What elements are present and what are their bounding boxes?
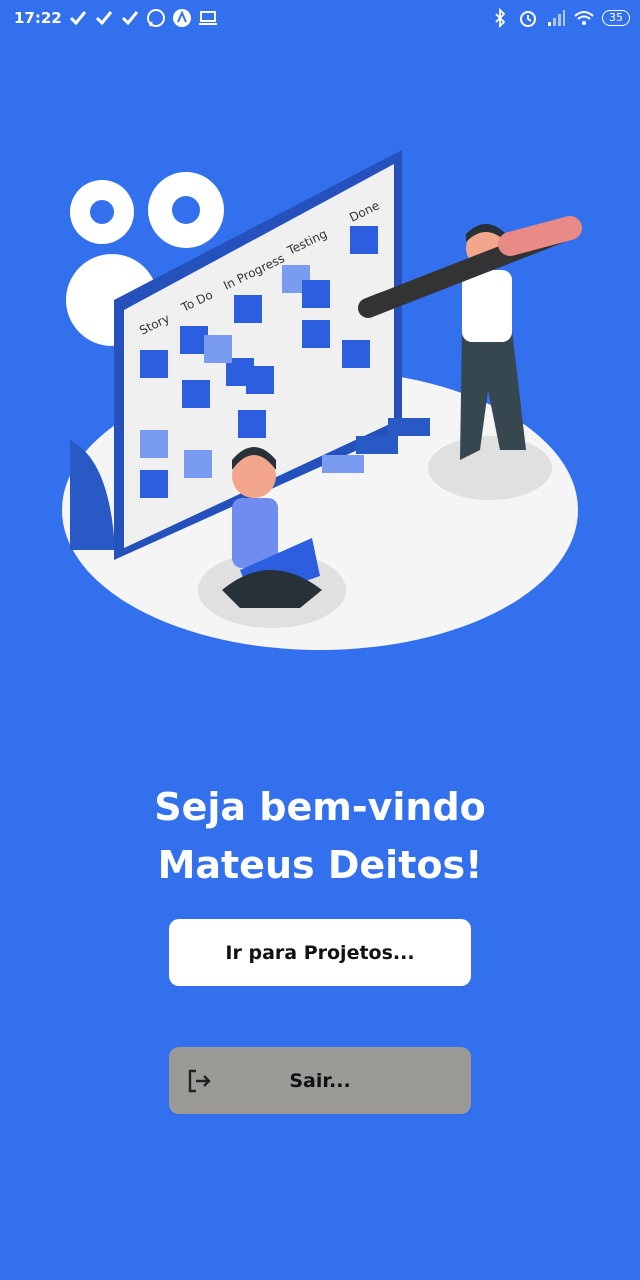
app-icon — [173, 9, 191, 27]
status-bar: 17:22 35 — [0, 0, 640, 38]
check-icon — [121, 11, 139, 26]
welcome-line-1: Seja bem-vindo — [154, 785, 486, 829]
exit-button[interactable]: Sair... — [169, 1047, 471, 1114]
notification-icons — [68, 8, 218, 28]
wifi-icon — [574, 11, 594, 25]
logout-icon — [188, 1069, 211, 1093]
welcome-user-name: Mateus Deitos! — [157, 843, 483, 887]
signal-icon — [548, 10, 565, 26]
exit-label: Sair... — [289, 1069, 351, 1092]
welcome-title: Seja bem-vindo Mateus Deitos! — [0, 778, 640, 894]
alarm-icon — [520, 11, 536, 27]
check-icon — [95, 11, 113, 26]
bluetooth-icon — [495, 8, 506, 28]
status-time: 17:22 — [14, 9, 62, 27]
laptop-icon — [199, 11, 217, 25]
kanban-illustration: Story To Do In Progress Testing Done — [62, 150, 582, 650]
check-icon — [69, 11, 87, 26]
system-icons: 35 — [490, 8, 630, 28]
go-to-projects-label: Ir para Projetos... — [225, 941, 415, 964]
battery-icon: 35 — [602, 10, 630, 26]
go-to-projects-button[interactable]: Ir para Projetos... — [169, 919, 471, 986]
whatsapp-icon — [147, 9, 165, 27]
